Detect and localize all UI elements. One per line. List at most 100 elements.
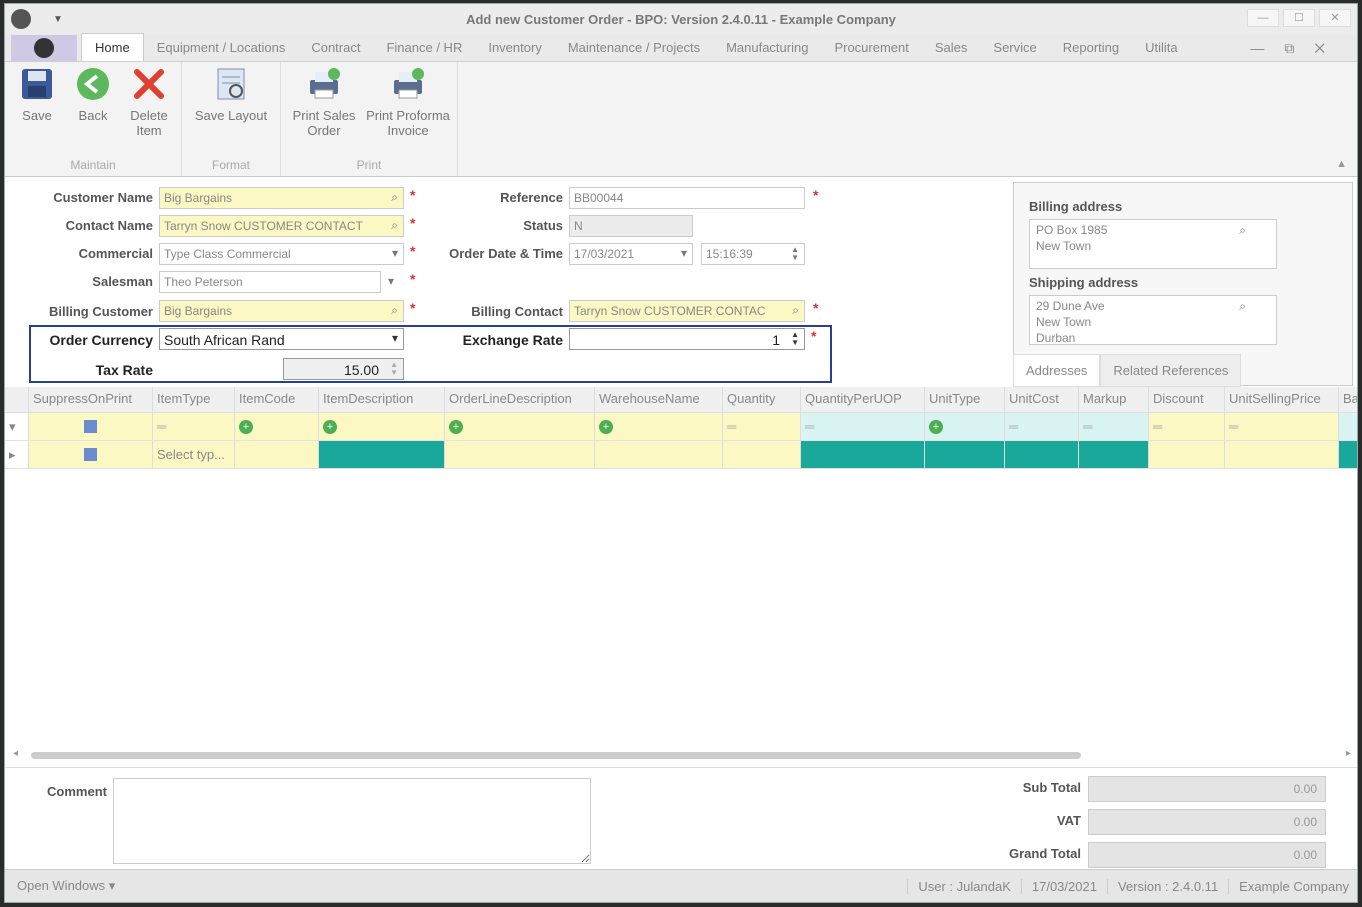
horizontal-scrollbar[interactable]: ◂ ▸ bbox=[13, 748, 1351, 761]
column-header[interactable]: Discount bbox=[1149, 387, 1225, 412]
filter-cell[interactable] bbox=[29, 413, 153, 440]
lookup-search-icon[interactable]: ⌕ bbox=[1239, 222, 1246, 238]
commercial-dropdown[interactable]: Type Class Commercial ▾ bbox=[159, 243, 404, 265]
lookup-search-icon[interactable]: ⌕ bbox=[391, 303, 398, 318]
checkbox-icon[interactable] bbox=[84, 448, 97, 461]
filter-plus-icon[interactable]: + bbox=[239, 419, 253, 434]
print-sales-order-button[interactable]: Print Sales Order bbox=[285, 62, 363, 158]
table-cell[interactable] bbox=[29, 441, 153, 468]
delete-item-button[interactable]: Delete Item bbox=[121, 62, 177, 158]
shipping-address-field[interactable]: 29 Dune Ave New Town Durban ⌕ bbox=[1029, 295, 1277, 345]
tax-rate-field[interactable]: 15.00 ▲ ▼ bbox=[283, 358, 404, 380]
column-header[interactable]: ItemType bbox=[153, 387, 235, 412]
app-logo-icon[interactable] bbox=[11, 9, 31, 29]
minimize-button[interactable]: — bbox=[1247, 9, 1279, 27]
column-header[interactable]: Markup bbox=[1079, 387, 1149, 412]
chevron-down-icon[interactable]: ▾ bbox=[388, 274, 394, 288]
tab-manufacturing[interactable]: Manufacturing bbox=[713, 34, 821, 61]
filter-cell[interactable]: ═ bbox=[1005, 413, 1079, 440]
tab-service[interactable]: Service bbox=[980, 34, 1049, 61]
filter-cell[interactable]: + bbox=[319, 413, 445, 440]
filter-plus-icon[interactable]: + bbox=[323, 419, 337, 434]
contact-name-field[interactable]: Tarryn Snow CUSTOMER CONTACT ⌕ bbox=[159, 215, 404, 237]
table-cell[interactable] bbox=[801, 441, 925, 468]
chevron-down-icon[interactable]: ▾ bbox=[681, 246, 687, 260]
lookup-search-icon[interactable]: ⌕ bbox=[1239, 298, 1246, 314]
table-cell[interactable] bbox=[1005, 441, 1079, 468]
column-header[interactable]: UnitType bbox=[925, 387, 1005, 412]
billing-address-field[interactable]: PO Box 1985 New Town ⌕ bbox=[1029, 219, 1277, 269]
tab-reporting[interactable]: Reporting bbox=[1050, 34, 1132, 61]
table-cell[interactable] bbox=[445, 441, 595, 468]
order-currency-dropdown[interactable]: South African Rand ▾ bbox=[159, 328, 404, 350]
scroll-thumb[interactable] bbox=[31, 752, 1081, 759]
exchange-rate-field[interactable]: 1 ▲ ▼ bbox=[569, 328, 805, 350]
spin-icon[interactable]: ▲ ▼ bbox=[390, 361, 398, 377]
table-cell[interactable] bbox=[1149, 441, 1225, 468]
order-date-field[interactable]: 17/03/2021 ▾ bbox=[569, 243, 693, 265]
tab-finance[interactable]: Finance / HR bbox=[373, 34, 475, 61]
order-time-field[interactable]: 15:16:39 ▲ ▼ bbox=[701, 243, 805, 265]
lookup-search-icon[interactable]: ⌕ bbox=[792, 303, 799, 318]
billing-contact-field[interactable]: Tarryn Snow CUSTOMER CONTAC ⌕ bbox=[569, 300, 805, 322]
spin-icon[interactable]: ▲ ▼ bbox=[791, 246, 799, 262]
table-cell[interactable] bbox=[1079, 441, 1149, 468]
filter-cell[interactable]: ═ bbox=[153, 413, 235, 440]
mdi-window-controls[interactable]: —⧉✕ bbox=[1250, 40, 1345, 57]
filter-icon[interactable]: ▾ bbox=[5, 413, 29, 440]
column-header[interactable]: ItemCode bbox=[235, 387, 319, 412]
filter-cell[interactable] bbox=[1339, 413, 1357, 440]
tab-procurement[interactable]: Procurement bbox=[821, 34, 921, 61]
collapse-ribbon-icon[interactable]: ▲ bbox=[1336, 158, 1347, 170]
column-header[interactable]: WarehouseName bbox=[595, 387, 723, 412]
column-header[interactable]: UnitSellingPrice bbox=[1225, 387, 1339, 412]
tab-home[interactable]: Home bbox=[81, 33, 144, 61]
filter-cell[interactable]: ═ bbox=[1225, 413, 1339, 440]
new-order-line-row[interactable]: ▸ Select typ... bbox=[5, 441, 1357, 469]
save-button[interactable]: Save bbox=[9, 62, 65, 158]
filter-cell[interactable]: + bbox=[595, 413, 723, 440]
filter-plus-icon[interactable]: + bbox=[449, 419, 463, 434]
filter-cell[interactable]: ═ bbox=[1149, 413, 1225, 440]
column-header[interactable]: UnitCost bbox=[1005, 387, 1079, 412]
maximize-button[interactable]: ☐ bbox=[1283, 9, 1315, 27]
filter-cell[interactable]: ═ bbox=[723, 413, 801, 440]
filter-cell[interactable]: + bbox=[235, 413, 319, 440]
tab-sales[interactable]: Sales bbox=[922, 34, 981, 61]
tab-equipment[interactable]: Equipment / Locations bbox=[144, 34, 299, 61]
table-cell[interactable] bbox=[723, 441, 801, 468]
chevron-down-icon[interactable]: ▾ bbox=[392, 331, 398, 345]
filter-plus-icon[interactable]: + bbox=[599, 419, 613, 434]
print-proforma-invoice-button[interactable]: Print Proforma Invoice bbox=[363, 62, 453, 158]
scroll-right-icon[interactable]: ▸ bbox=[1346, 748, 1351, 759]
reference-field[interactable]: BB00044 bbox=[569, 187, 805, 209]
filter-cell[interactable]: ═ bbox=[1079, 413, 1149, 440]
open-windows-button[interactable]: Open Windows ▾ bbox=[17, 878, 115, 894]
customer-name-field[interactable]: Big Bargains ⌕ bbox=[159, 187, 404, 209]
item-type-cell[interactable]: Select typ... bbox=[153, 441, 235, 468]
app-menu-button[interactable] bbox=[11, 35, 77, 61]
lookup-search-icon[interactable]: ⌕ bbox=[391, 218, 398, 233]
save-layout-button[interactable]: Save Layout bbox=[186, 62, 276, 158]
table-cell[interactable] bbox=[1339, 441, 1357, 468]
filter-cell[interactable]: + bbox=[445, 413, 595, 440]
back-button[interactable]: Back bbox=[65, 62, 121, 158]
tab-related-references[interactable]: Related References bbox=[1100, 354, 1242, 387]
comment-textarea[interactable] bbox=[113, 778, 591, 864]
column-header[interactable]: Ba bbox=[1339, 387, 1357, 412]
spin-icon[interactable]: ▲ ▼ bbox=[791, 331, 799, 347]
billing-customer-field[interactable]: Big Bargains ⌕ bbox=[159, 300, 404, 322]
table-cell[interactable] bbox=[925, 441, 1005, 468]
salesman-field[interactable]: Theo Peterson bbox=[159, 271, 381, 293]
table-cell[interactable] bbox=[235, 441, 319, 468]
scroll-left-icon[interactable]: ◂ bbox=[13, 748, 18, 759]
column-header[interactable]: QuantityPerUOP bbox=[801, 387, 925, 412]
column-header[interactable]: SuppressOnPrint bbox=[29, 387, 153, 412]
filter-cell[interactable]: + bbox=[925, 413, 1005, 440]
table-cell[interactable] bbox=[595, 441, 723, 468]
column-header[interactable]: Quantity bbox=[723, 387, 801, 412]
tab-inventory[interactable]: Inventory bbox=[475, 34, 554, 61]
tab-addresses[interactable]: Addresses bbox=[1013, 354, 1101, 387]
table-cell[interactable] bbox=[1225, 441, 1339, 468]
tab-utilities[interactable]: Utilita bbox=[1132, 34, 1191, 61]
